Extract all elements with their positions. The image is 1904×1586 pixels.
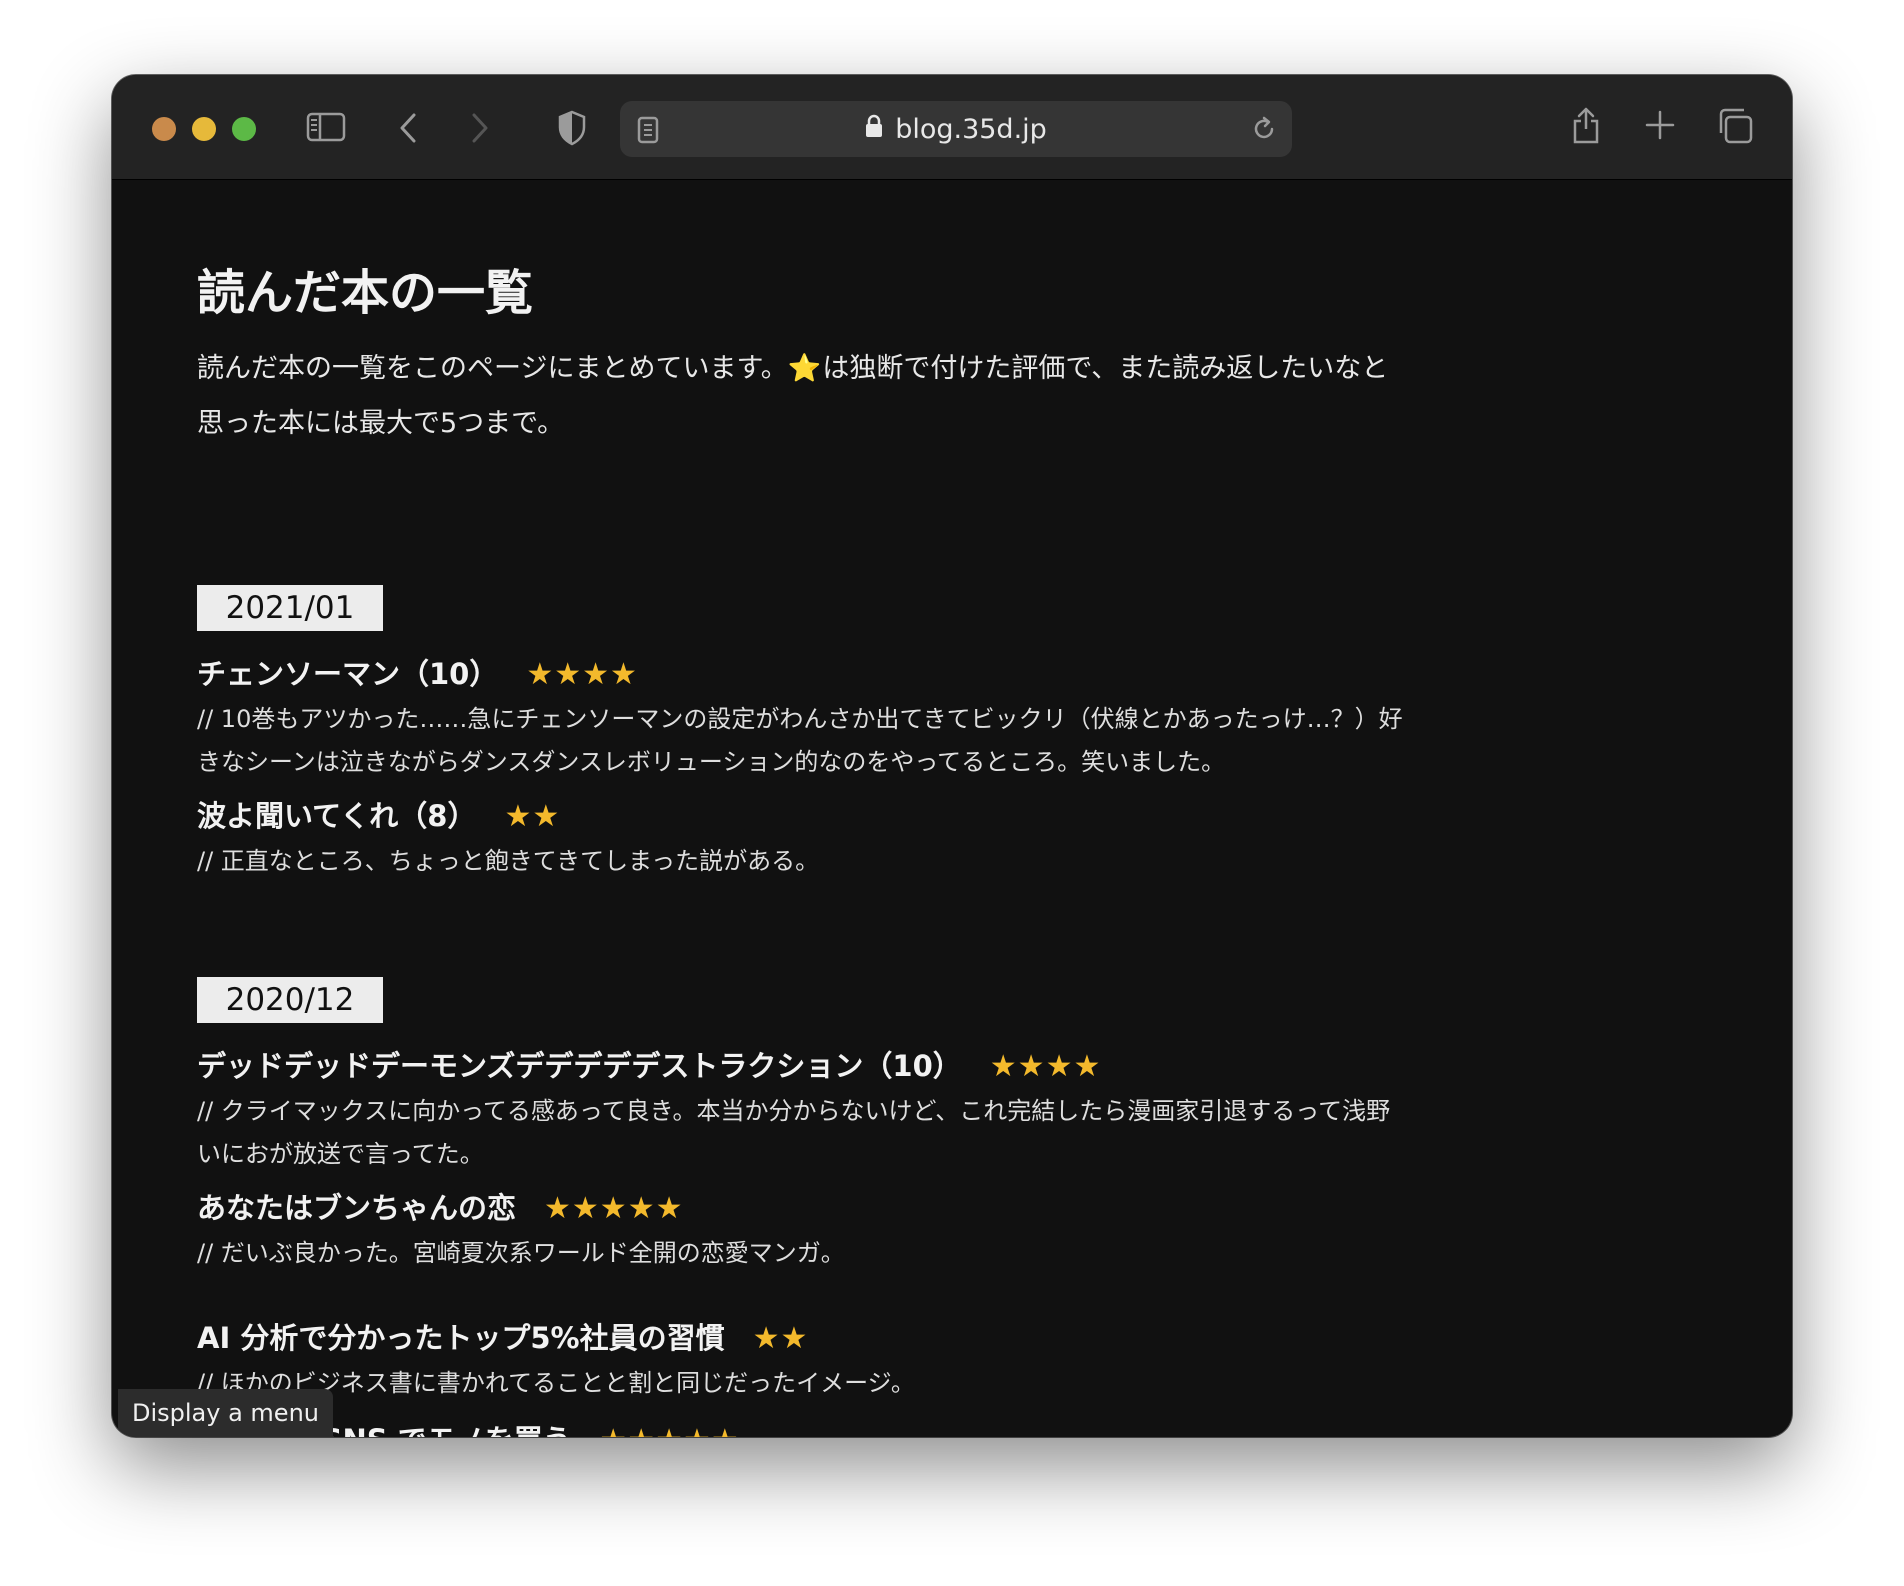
tooltip: Display a menu <box>118 1389 333 1437</box>
book-title: 波よ聞いてくれ（8） ★★ <box>197 793 560 835</box>
minimize-window-button[interactable] <box>192 117 216 141</box>
book-note: // 正直なところ、ちょっと飽きてきてしまった説がある。 <box>197 847 820 875</box>
rating-stars: ★★★★ <box>526 657 638 692</box>
book-title-text: AI 分析で分かったトップ5%社員の習慣 <box>197 1321 725 1355</box>
month-heading: 2020/12 <box>197 977 383 1023</box>
rating-stars: ★★ <box>752 1321 809 1356</box>
book-note: // ほかのビジネス書に書かれてることと割と同じだったイメージ。 <box>197 1369 915 1397</box>
browser-toolbar: blog.35d.jp <box>112 75 1792 180</box>
book-title: あなたはブンちゃんの恋 ★★★★★ <box>197 1185 684 1227</box>
reload-icon[interactable] <box>1250 115 1278 147</box>
book-note: // だいぶ良かった。宮崎夏次系ワールド全開の恋愛マンガ。 <box>197 1239 845 1267</box>
address-bar[interactable]: blog.35d.jp <box>620 101 1292 157</box>
sidebar-icon[interactable] <box>306 111 346 143</box>
close-window-button[interactable] <box>152 117 176 141</box>
intro-text-part1: 読んだ本の一覧をこのページにまとめています。 <box>197 353 788 384</box>
tabs-icon[interactable] <box>1716 107 1754 145</box>
book-note: // クライマックスに向かってる感あって良き。本当か分からないけど、これ完結した… <box>197 1097 1391 1168</box>
url-display[interactable]: blog.35d.jp <box>620 101 1292 157</box>
share-icon[interactable] <box>1570 105 1602 145</box>
book-note: // 10巻もアツかった……急にチェンソーマンの設定がわんさか出てきてビックリ（… <box>197 705 1403 776</box>
back-icon[interactable] <box>396 111 420 145</box>
page-title: 読んだ本の一覧 <box>197 265 534 321</box>
book-title: デッドデッドデーモンズデデデデデストラクション（10） ★★★★ <box>197 1043 1101 1085</box>
rating-stars: ★★★★ <box>989 1049 1102 1084</box>
rating-stars: ★★★★★ <box>544 1191 684 1226</box>
book-title-text: 波よ聞いてくれ（8） <box>197 799 477 833</box>
star-icon: ⭐ <box>787 353 823 384</box>
page-content: 読んだ本の一覧 読んだ本の一覧をこのページにまとめています。⭐は独断で付けた評価… <box>112 181 1792 1437</box>
book-title-text: デッドデッドデーモンズデデデデデストラクション（10） <box>197 1049 962 1083</box>
shield-icon[interactable] <box>556 109 588 147</box>
maximize-window-button[interactable] <box>232 117 256 141</box>
book-title-text: あなたはブンちゃんの恋 <box>197 1191 517 1225</box>
forward-icon[interactable] <box>468 111 492 145</box>
month-heading: 2021/01 <box>197 585 383 631</box>
rating-stars: ★★ <box>504 799 561 834</box>
browser-window: blog.35d.jp 読んだ本の一覧 読んだ本の一覧をこのページにまとめていま… <box>112 75 1792 1437</box>
lock-icon <box>865 114 883 145</box>
url-text: blog.35d.jp <box>895 113 1047 145</box>
rating-stars: ★★★★★ <box>600 1423 739 1437</box>
book-title: チェンソーマン（10） ★★★★ <box>197 651 638 693</box>
book-title: AI 分析で分かったトップ5%社員の習慣 ★★ <box>197 1315 808 1357</box>
plus-icon[interactable] <box>1644 109 1676 141</box>
book-title-text: チェンソーマン（10） <box>197 657 499 691</box>
intro-text: 読んだ本の一覧をこのページにまとめています。⭐は独断で付けた評価で、また読み返し… <box>197 341 1397 451</box>
